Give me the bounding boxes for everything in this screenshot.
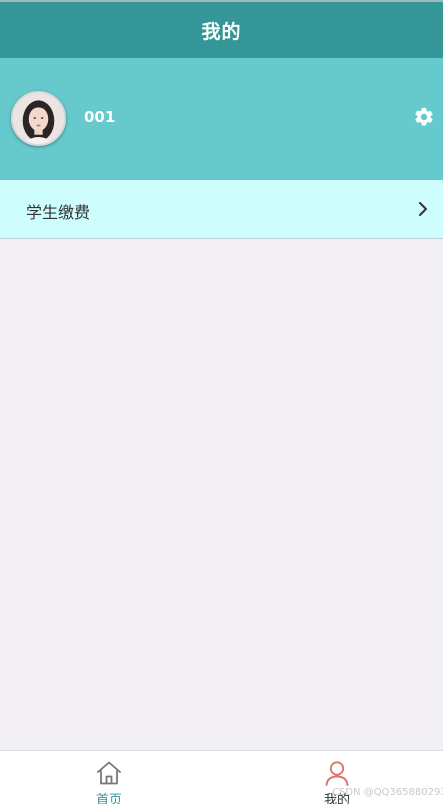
tab-home-label: 首页: [95, 793, 122, 804]
watermark-text: CSDN @QQ365880293: [332, 787, 443, 798]
menu-item-label: 学生缴费: [26, 203, 91, 222]
tab-home[interactable]: 首页: [49, 751, 169, 804]
home-icon: [95, 759, 123, 787]
chevron-right-icon: [415, 200, 431, 218]
username: 001: [84, 108, 116, 126]
user-icon: [323, 759, 351, 787]
header-bar: 我的: [0, 0, 443, 58]
menu-item-student-payment[interactable]: 学生缴费: [0, 180, 443, 239]
bottom-tab-bar: 首页 我的 CSDN @QQ365880293: [0, 750, 443, 804]
avatar-image: [13, 93, 64, 144]
avatar[interactable]: [11, 91, 66, 146]
app-root: 我的 001 学生缴费 首页 我的 CSDN @QQ365880293: [0, 0, 443, 804]
gear-icon[interactable]: [413, 106, 435, 128]
page-title: 我的: [201, 20, 242, 43]
profile-card: 001: [0, 58, 443, 180]
